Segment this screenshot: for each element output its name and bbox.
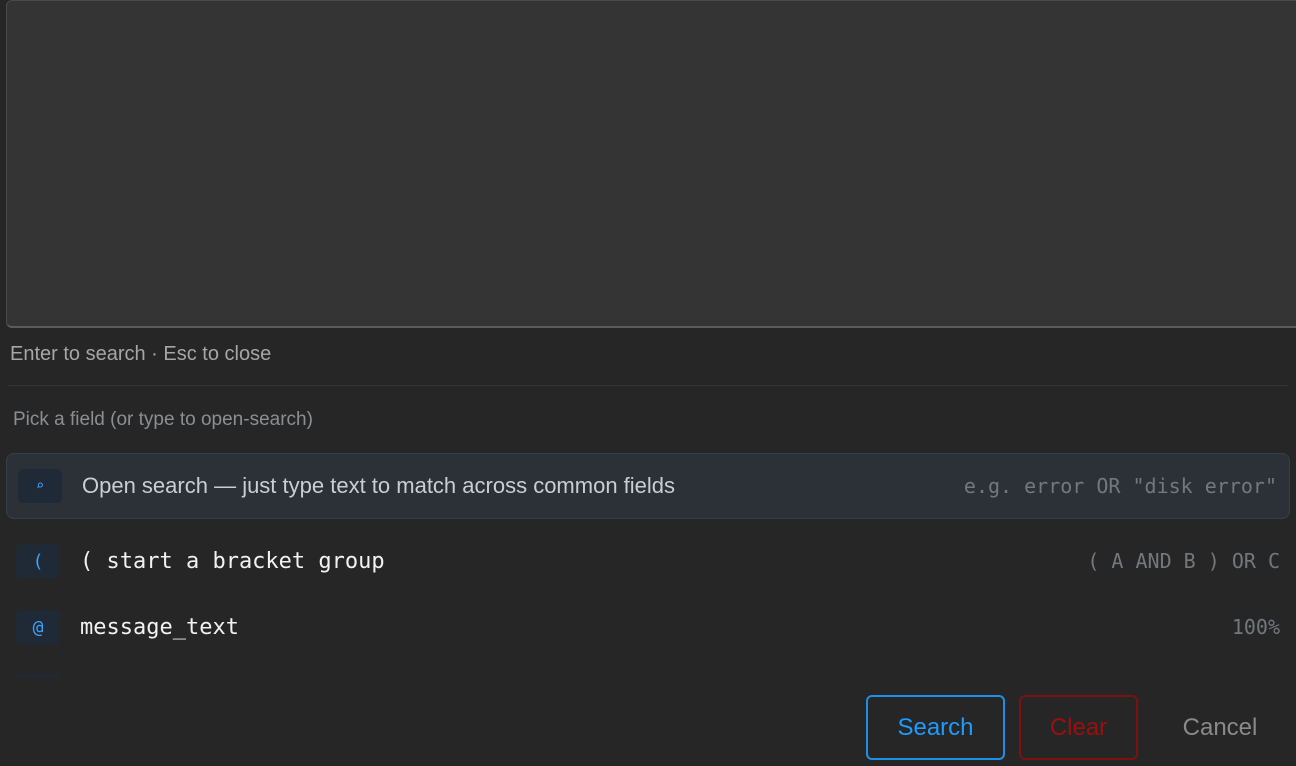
suggestion-label: message_text (80, 614, 239, 640)
suggestion-coverage: 100% (1231, 615, 1280, 639)
section-label: Pick a field (or type to open-search) (13, 409, 313, 430)
clear-button[interactable]: Clear (1019, 695, 1138, 760)
suggestion-open-search[interactable]: ⌕ Open search — just type text to match … (6, 453, 1290, 519)
suggestion-example: ( A AND B ) OR C (1087, 549, 1280, 573)
suggestion-bracket-group[interactable]: ( ( start a bracket group ( A AND B ) OR… (6, 528, 1290, 594)
search-icon: ⌕ (18, 469, 62, 503)
query-input[interactable] (6, 0, 1296, 328)
divider (8, 385, 1288, 386)
keyboard-hint: Enter to search · Esc to close (10, 343, 272, 365)
suggestion-example: e.g. error OR "disk error" (963, 474, 1277, 498)
suggestion-field-message-text[interactable]: @ message_text 100% (6, 594, 1290, 660)
next-suggestion-peek (16, 674, 60, 677)
suggestion-label: ( start a bracket group (80, 548, 385, 574)
bracket-icon: ( (16, 544, 60, 578)
search-button[interactable]: Search (866, 695, 1005, 760)
search-builder-panel: Enter to search · Esc to close Pick a fi… (0, 0, 1296, 766)
field-icon: @ (16, 610, 60, 644)
cancel-button[interactable]: Cancel (1160, 695, 1280, 760)
suggestion-label: Open search — just type text to match ac… (82, 473, 676, 498)
